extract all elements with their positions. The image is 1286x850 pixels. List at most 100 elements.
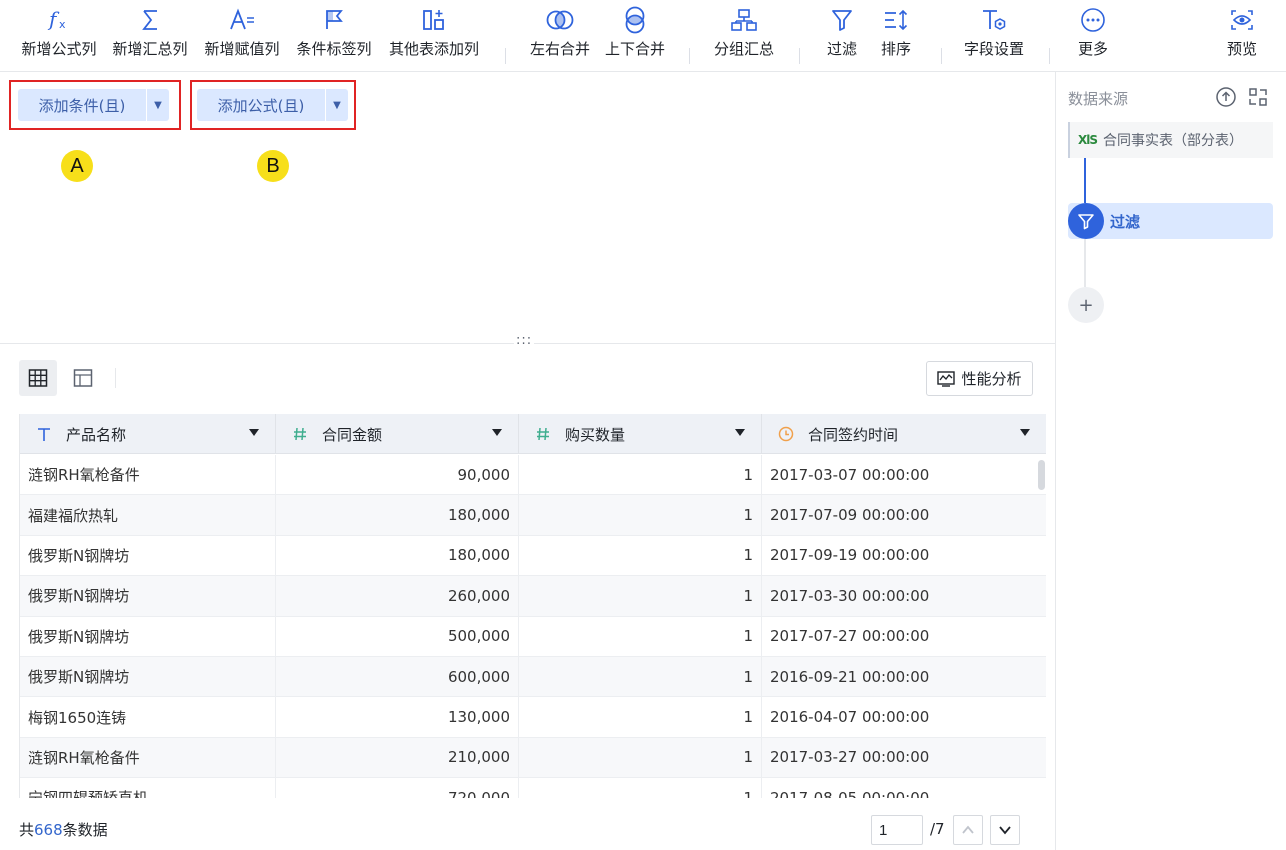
flag-label-icon [322,0,346,40]
page-number-input[interactable] [871,815,923,845]
number-type-icon [290,426,310,442]
table-cell: 1 [519,576,762,616]
data-source-panel: 数据来源 XlS 合同事实表（部分表） 过滤 + [1055,72,1286,850]
toolbar-label: 过滤 [826,40,857,58]
row-count: 共668条数据 [19,819,108,840]
table-row[interactable]: 俄罗斯N钢牌坊 260,000 1 2017-03-30 00:00:00 [20,576,1046,617]
caret-down-icon[interactable] [249,429,259,436]
table-cell: 260,000 [276,576,519,616]
grid-view-button[interactable] [19,360,57,396]
filter-button[interactable]: 过滤 [820,0,864,72]
toolbar-label: 更多 [1077,40,1108,58]
add-formula-split-button: 添加公式(且) ▼ [197,89,348,121]
table-row[interactable]: 俄罗斯N钢牌坊 500,000 1 2017-07-27 00:00:00 [20,616,1046,657]
column-header-label: 产品名称 [66,425,127,444]
add-assign-column-button[interactable]: 新增赋值列 [201,0,283,72]
field-settings-button[interactable]: 字段设置 [959,0,1029,72]
formula-button-highlight: 添加公式(且) ▼ [190,80,356,130]
toolbar-label: 分组汇总 [713,40,774,58]
sigma-icon [138,0,162,40]
annotation-marker-a: A [61,150,93,182]
eye-preview-icon [1229,0,1255,40]
table-cell: 2017-03-30 00:00:00 [762,576,1046,615]
toolbar-label: 新增公式列 [21,40,97,58]
chevron-down-icon [999,826,1011,835]
table-row[interactable]: 俄罗斯N钢牌坊 600,000 1 2016-09-21 00:00:00 [20,656,1046,698]
text-type-icon [34,426,54,442]
more-dots-icon [1080,0,1106,40]
table-row[interactable]: 梅钢1650连铸 130,000 1 2016-04-07 00:00:00 [20,697,1046,738]
table-row[interactable]: 俄罗斯N钢牌坊 180,000 1 2017-09-19 00:00:00 [20,535,1046,577]
column-header-label: 合同签约时间 [808,425,899,444]
splitter-drag-handle[interactable]: ::: [514,333,535,348]
upload-icon[interactable] [1215,86,1237,112]
pivot-view-button[interactable] [64,360,102,396]
view-divider [115,368,116,388]
add-formula-dropdown[interactable]: ▼ [326,89,348,121]
table-cell: 600,000 [276,656,519,697]
toolbar-divider [1049,48,1050,64]
table-cell: 2017-08-05 00:00:00 [762,778,1046,798]
column-header-product-name[interactable]: 产品名称 [20,414,276,454]
excel-icon: XlS [1078,133,1098,147]
add-step-button[interactable]: + [1068,287,1104,323]
add-formula-column-button[interactable]: fx 新增公式列 [18,0,100,72]
table-cell: 1 [519,697,762,737]
column-header-label: 合同金额 [322,425,383,444]
prev-page-button[interactable] [953,815,983,845]
table-row[interactable]: 涟钢RH氧枪备件 210,000 1 2017-03-27 00:00:00 [20,737,1046,779]
column-header-contract-amount[interactable]: 合同金额 [276,414,519,454]
table-cell: 福建福欣热轧 [20,495,276,535]
add-formula-button[interactable]: 添加公式(且) [197,89,325,121]
toolbar-label: 字段设置 [963,40,1024,58]
toolbar-label: 其他表添加列 [388,40,479,58]
switch-layout-icon[interactable] [1247,86,1269,112]
table-row[interactable]: 宁钢四辊预矫直机720,00012017-08-05 00:00:00 [20,778,1046,798]
add-condition-button[interactable]: 添加条件(且) [18,89,146,121]
svg-text:x: x [59,18,66,31]
venn-horizontal-icon [545,0,575,40]
table-cell: 俄罗斯N钢牌坊 [20,616,276,656]
filter-icon [830,0,854,40]
table-cell: 俄罗斯N钢牌坊 [20,535,276,576]
page-total: /7 [930,820,945,838]
data-table: 产品名称 合同金额 购买数量 合同签约时间 涟钢RH氧枪备件 90,000 1 201… [19,414,1046,798]
filter-step-icon [1068,203,1104,239]
table-cell: 210,000 [276,737,519,778]
table-cell: 2017-03-07 00:00:00 [762,455,1046,494]
merge-left-right-button[interactable]: 左右合并 [526,0,594,72]
add-column-from-other-table-button[interactable]: 其他表添加列 [385,0,483,72]
toolbar-label: 预览 [1226,40,1257,58]
toolbar-divider [941,48,942,64]
table-cell: 1 [519,616,762,656]
table-row[interactable]: 福建福欣热轧 180,000 1 2017-07-09 00:00:00 [20,495,1046,536]
table-cell: 1 [519,656,762,697]
add-condition-label-column-button[interactable]: 条件标签列 [293,0,375,72]
table-cell: 1 [519,737,762,778]
add-summary-column-button[interactable]: 新增汇总列 [109,0,191,72]
caret-down-icon[interactable] [492,429,502,436]
performance-analysis-button[interactable]: 性能分析 [926,361,1033,396]
group-summary-button[interactable]: 分组汇总 [709,0,779,72]
table-row[interactable]: 涟钢RH氧枪备件 90,000 1 2017-03-07 00:00:00 [20,455,1046,496]
table-cell: 1 [519,778,762,798]
chart-monitor-icon [937,370,956,387]
caret-down-icon[interactable] [735,429,745,436]
caret-down-icon[interactable] [1020,429,1030,436]
column-header-label: 购买数量 [565,425,626,444]
column-header-sign-time[interactable]: 合同签约时间 [762,414,1046,454]
venn-vertical-icon [622,0,648,40]
merge-top-bottom-button[interactable]: 上下合并 [601,0,669,72]
table-cell: 涟钢RH氧枪备件 [20,737,276,778]
column-header-purchase-quantity[interactable]: 购买数量 [519,414,762,454]
source-table-card[interactable]: XlS 合同事实表（部分表） [1068,122,1273,158]
table-cell: 2016-09-21 00:00:00 [762,657,1046,696]
next-page-button[interactable] [990,815,1020,845]
sort-button[interactable]: 排序 [874,0,918,72]
table-cell: 130,000 [276,697,519,737]
add-condition-dropdown[interactable]: ▼ [147,89,169,121]
table-cell: 720,000 [276,778,519,798]
preview-button[interactable]: 预览 [1220,0,1264,72]
table-scrollbar[interactable] [1038,460,1045,490]
more-button[interactable]: 更多 [1071,0,1115,72]
